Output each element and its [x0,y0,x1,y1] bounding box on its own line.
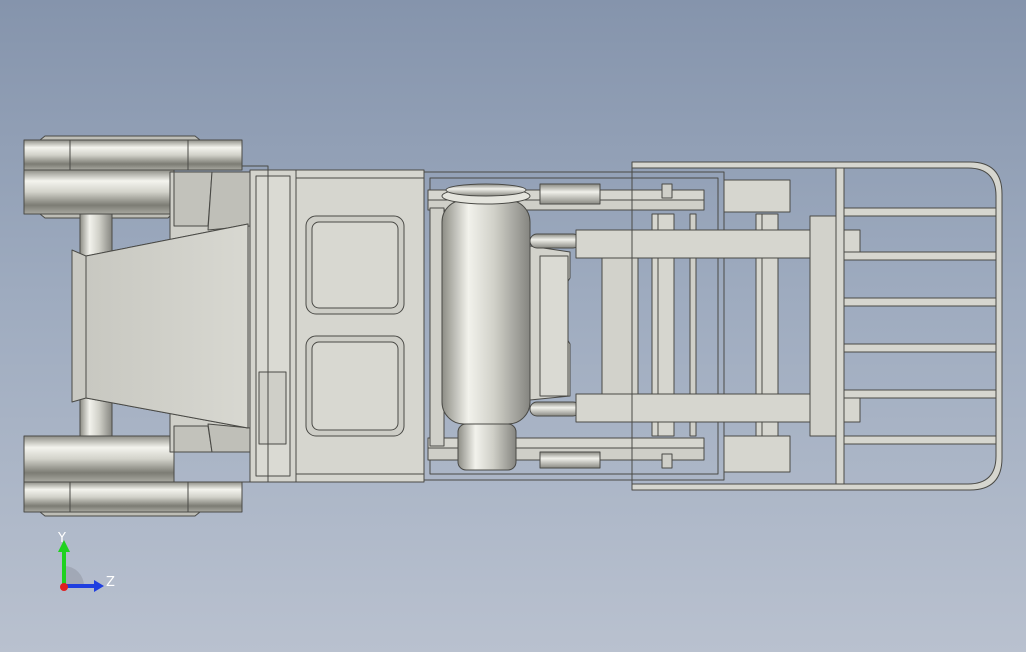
triad-arc [64,566,84,586]
axis-triad-graphic: Y Z [57,531,115,592]
y-axis-label: Y [57,531,66,546]
coordinate-triad: Y Z [44,530,124,600]
z-axis-label: Z [106,575,115,590]
lift-cylinder [441,199,531,425]
forklift-top-view-model[interactable] [0,0,1026,652]
x-axis-dot [60,583,68,591]
service-panel [258,371,287,445]
carriage-plate [601,243,639,409]
z-axis-head [94,580,104,592]
graphics-viewport[interactable]: Y Z [0,0,1026,652]
lift-cylinder-rod [457,423,517,471]
